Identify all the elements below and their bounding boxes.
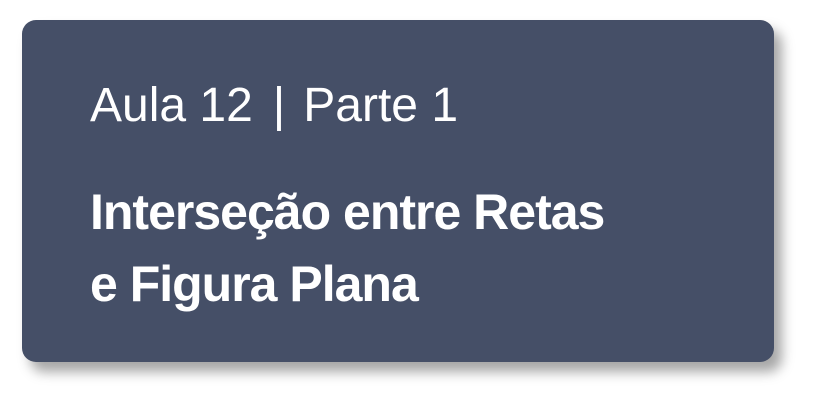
lesson-title: Interseção entre Retas e Figura Plana <box>90 176 605 320</box>
lesson-heading: Aula 12 | Parte 1 <box>90 78 458 134</box>
title-line-1: Interseção entre Retas <box>90 184 605 240</box>
separator: | <box>272 79 286 132</box>
title-card: Aula 12 | Parte 1 Interseção entre Retas e… <box>22 20 774 362</box>
title-line-2: e Figura Plana <box>90 256 419 312</box>
part-label: Parte 1 <box>303 79 459 132</box>
lesson-label: Aula 12 <box>90 79 253 132</box>
